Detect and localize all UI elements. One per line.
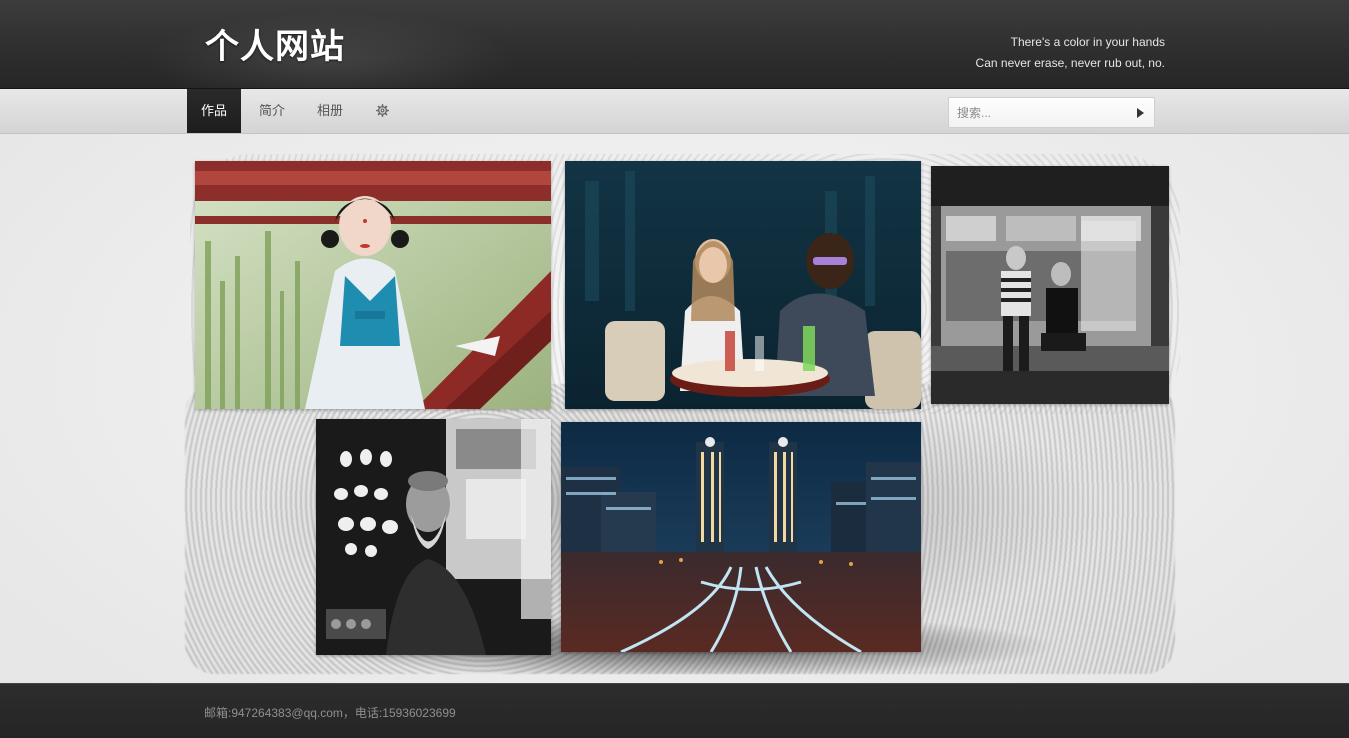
search-submit-button[interactable] (1137, 108, 1144, 118)
gallery-section (0, 134, 1349, 683)
photo-city-night-image (561, 422, 921, 652)
tagline-line-2: Can never erase, never rub out, no. (975, 56, 1165, 70)
photo-bw-shop-image (931, 166, 1169, 404)
nav-item-album[interactable]: 相册 (305, 89, 355, 133)
footer-contact: 邮箱:947264383@qq.com，电话:15936023699 (204, 706, 456, 720)
photo-bw-elder-image (316, 419, 551, 655)
nav-item-works[interactable]: 作品 (187, 89, 241, 133)
nav-item-intro[interactable]: 简介 (247, 89, 297, 133)
gear-icon (376, 104, 389, 117)
tagline-line-1: There's a color in your hands (1010, 35, 1165, 49)
gallery-photo-city-night[interactable] (561, 422, 921, 652)
search-box (948, 97, 1155, 128)
photo-bar-image (565, 161, 921, 409)
site-footer: 邮箱:947264383@qq.com，电话:15936023699 (0, 683, 1349, 738)
gallery-photo-bw-shop[interactable] (931, 166, 1169, 404)
search-input[interactable] (957, 104, 1127, 122)
photo-hanfu-image (195, 161, 551, 409)
site-logo[interactable]: 个人网站 (205, 26, 345, 68)
nav-settings-button[interactable] (365, 89, 399, 133)
gallery-photo-hanfu-woman[interactable] (195, 161, 551, 409)
gallery-photo-bw-elder[interactable] (316, 419, 551, 655)
gallery-photo-bar-women[interactable] (565, 161, 921, 409)
site-header: 个人网站 There's a color in your hands Can n… (0, 0, 1349, 89)
header-tagline: There's a color in your hands Can never … (976, 32, 1165, 74)
main-navigation: 作品 简介 相册 (0, 89, 1349, 134)
